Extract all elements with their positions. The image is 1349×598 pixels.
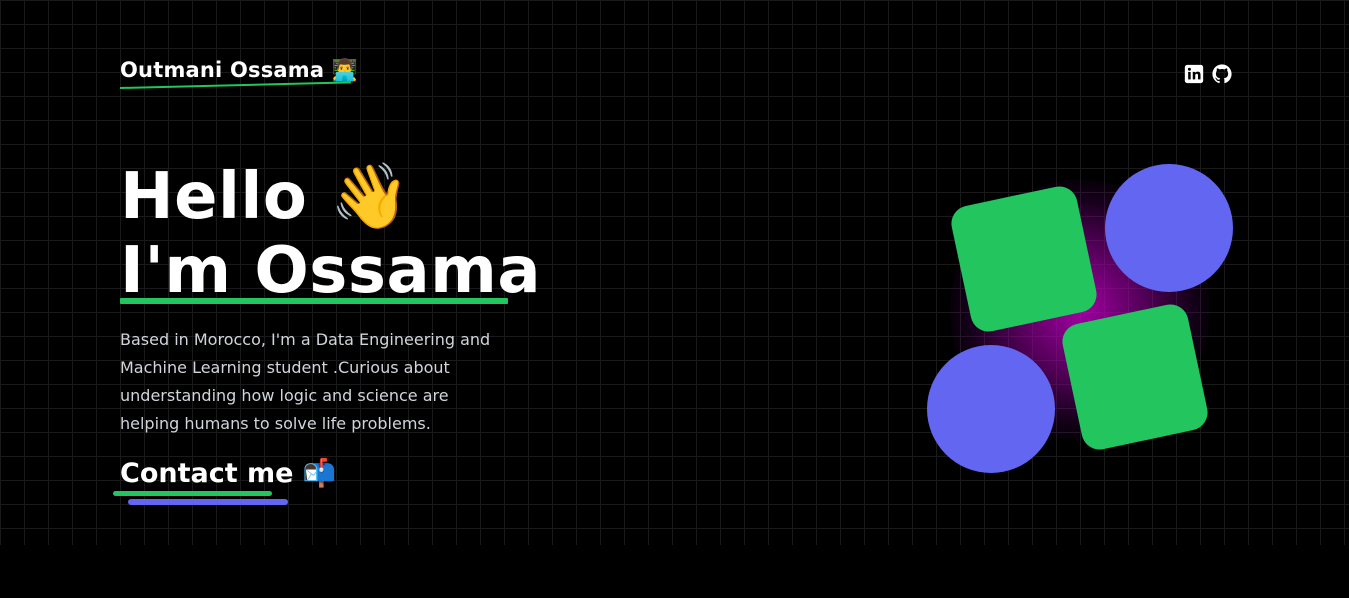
indigo-circle-top [1105,164,1233,292]
contact-me-link[interactable]: Contact me 📬 [120,457,337,489]
site-logo[interactable]: Outmani Ossama 👨‍💻 [120,58,358,83]
waving-hand-emoji-icon: 👋 [330,160,411,234]
greeting-line: Hello 👋 [120,160,541,234]
page: Outmani Ossama 👨‍💻 Hello 👋 I'm Ossama Ba… [0,0,1349,598]
logo-text: Outmani Ossama [120,58,325,82]
mailbox-emoji-icon: 📬 [302,458,337,489]
name-line: I'm Ossama [120,234,542,308]
technologist-emoji-icon: 👨‍💻 [331,58,359,82]
contact-underline-green [113,491,272,496]
greeting-text: Hello [120,160,308,234]
contact-underline-indigo [128,499,288,505]
name-underline [120,298,508,304]
linkedin-icon[interactable] [1184,64,1204,84]
github-icon[interactable] [1212,64,1232,84]
social-links [1184,64,1232,84]
contact-label: Contact me [120,458,294,489]
indigo-circle-bottom [927,345,1055,473]
green-rounded-square-bottom [1059,301,1211,453]
bio-paragraph: Based in Morocco, I'm a Data Engineering… [120,330,491,433]
green-rounded-square-top [948,183,1100,335]
hero-title: Hello 👋 I'm Ossama [120,160,541,308]
